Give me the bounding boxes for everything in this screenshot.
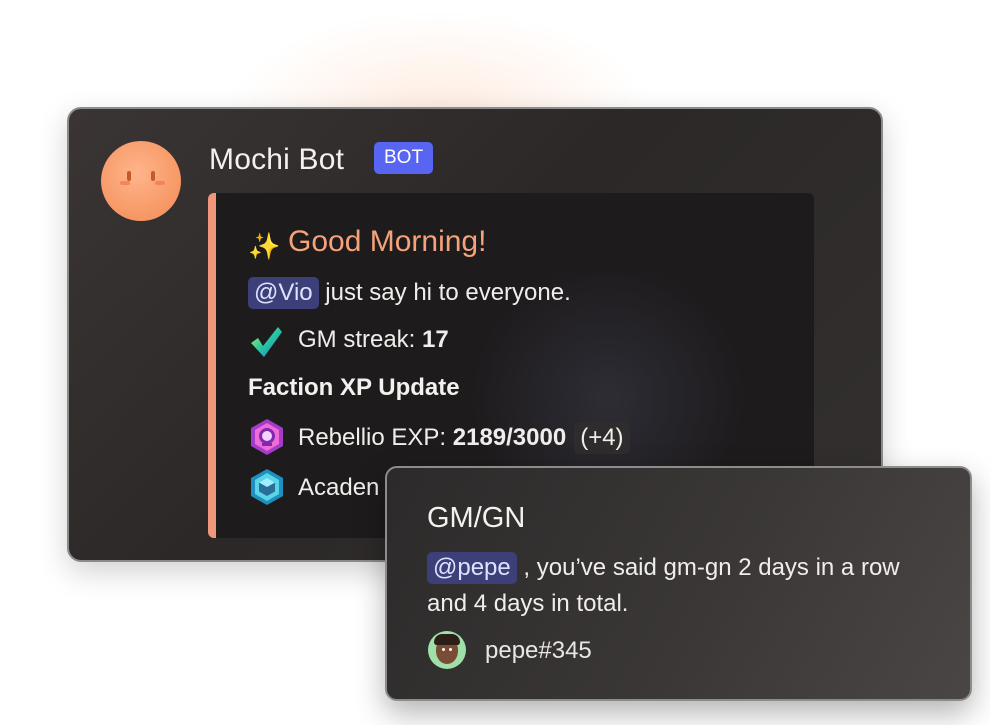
greeting-text: just say hi to everyone.	[318, 279, 571, 306]
streak-label: GM streak:	[298, 326, 423, 353]
avatar-blush	[120, 181, 130, 185]
avatar-hair	[434, 634, 460, 645]
user-mention[interactable]: @Vio	[248, 277, 319, 309]
gm-gn-message: @pepe , you’ve said gm-gn 2 days in a ro…	[427, 550, 937, 622]
avatar-eye	[151, 171, 155, 181]
rebellio-exp: Rebellio EXP: 2189/3000 (+4)	[298, 422, 630, 454]
academy-faction-icon	[251, 469, 283, 505]
rebellio-label: Rebellio EXP:	[298, 424, 453, 451]
gm-gn-title: GM/GN	[427, 502, 526, 534]
streak-value: 17	[422, 326, 449, 353]
rebellio-value: 2189/3000	[452, 424, 567, 451]
bot-avatar[interactable]	[101, 141, 181, 221]
avatar-blush	[155, 181, 165, 185]
faction-heading: Faction XP Update	[248, 374, 460, 401]
embed-accent-bar	[208, 193, 216, 538]
gm-streak: GM streak: 17	[298, 326, 449, 354]
greeting-line: @Vio just say hi to everyone.	[248, 277, 571, 309]
avatar-eye	[127, 171, 131, 181]
gm-gn-card: GM/GN @pepe , you’ve said gm-gn 2 days i…	[385, 466, 972, 701]
rebellio-faction-icon	[251, 419, 283, 455]
user-name[interactable]: pepe#345	[485, 637, 592, 665]
check-mark-icon	[251, 327, 282, 357]
bot-badge: BOT	[374, 142, 434, 174]
user-mention[interactable]: @pepe	[427, 552, 517, 584]
user-avatar[interactable]	[428, 631, 466, 669]
avatar-eye	[449, 648, 452, 651]
academy-exp: Acaden	[298, 474, 380, 501]
sparkles-icon: ✨	[248, 231, 281, 261]
rebellio-delta: (+4)	[574, 422, 630, 454]
embed-title: Good Morning!	[288, 225, 487, 258]
avatar-eye	[442, 648, 445, 651]
bot-author-name[interactable]: Mochi Bot	[209, 143, 344, 177]
